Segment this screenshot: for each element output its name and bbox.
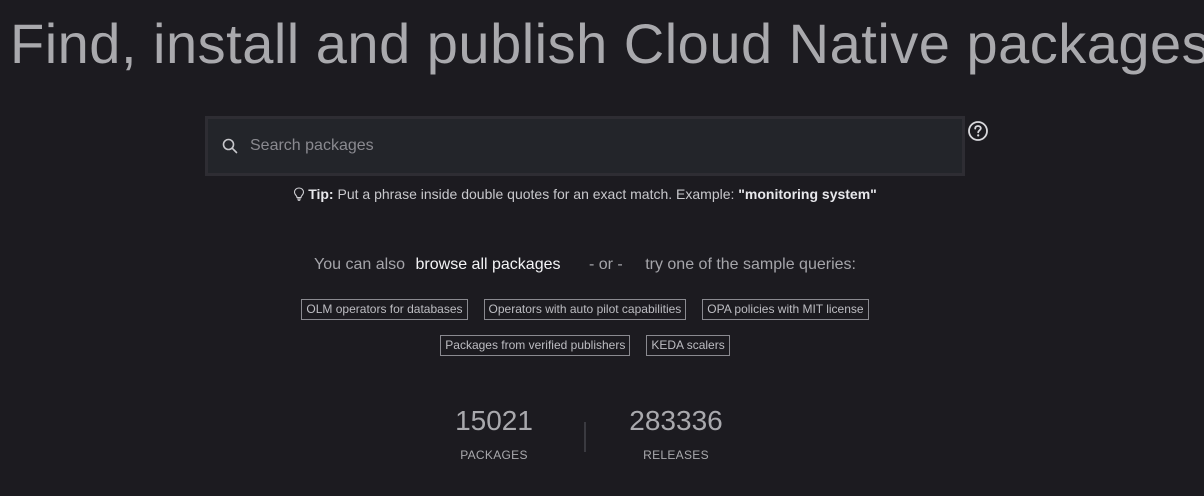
stat-packages: 15021 PACKAGES (434, 402, 554, 462)
browse-prefix: You can also (314, 256, 406, 273)
sample-queries-row-2: Packages from verified publishers KEDA s… (0, 335, 1170, 356)
sample-queries-row-1: OLM operators for databases Operators wi… (0, 299, 1170, 320)
browse-separator: - or - (588, 256, 623, 273)
question-circle-icon[interactable] (967, 120, 989, 142)
search-icon (222, 138, 238, 154)
search-input[interactable] (250, 119, 962, 173)
browse-all-packages-link[interactable]: browse all packages (416, 256, 561, 273)
lightbulb-icon (293, 187, 305, 201)
sample-query-auto-pilot[interactable]: Operators with auto pilot capabilities (483, 299, 687, 320)
sample-query-olm-operators[interactable]: OLM operators for databases (301, 299, 468, 320)
search-tip: Tip: Put a phrase inside double quotes f… (0, 186, 1170, 202)
sample-query-verified-publishers[interactable]: Packages from verified publishers (440, 335, 631, 356)
tip-example: "monitoring system" (738, 186, 877, 202)
stat-releases-label: RELEASES (643, 448, 709, 462)
browse-line: You can also browse all packages - or - … (0, 256, 1170, 274)
tip-label: Tip: (308, 186, 334, 202)
tip-text: Put a phrase inside double quotes for an… (337, 186, 735, 202)
stat-divider (584, 422, 586, 452)
stat-releases: 283336 RELEASES (616, 402, 736, 462)
stat-releases-value: 283336 (629, 405, 723, 436)
search-bar[interactable] (205, 116, 965, 176)
sample-query-keda-scalers[interactable]: KEDA scalers (646, 335, 730, 356)
stat-packages-label: PACKAGES (460, 448, 528, 462)
browse-suffix: try one of the sample queries: (645, 256, 856, 273)
sample-query-opa-policies[interactable]: OPA policies with MIT license (702, 299, 869, 320)
page-title: Find, install and publish Cloud Native p… (10, 12, 1204, 75)
stat-packages-value: 15021 (455, 405, 533, 436)
stats: 15021 PACKAGES 283336 RELEASES (0, 402, 1170, 462)
